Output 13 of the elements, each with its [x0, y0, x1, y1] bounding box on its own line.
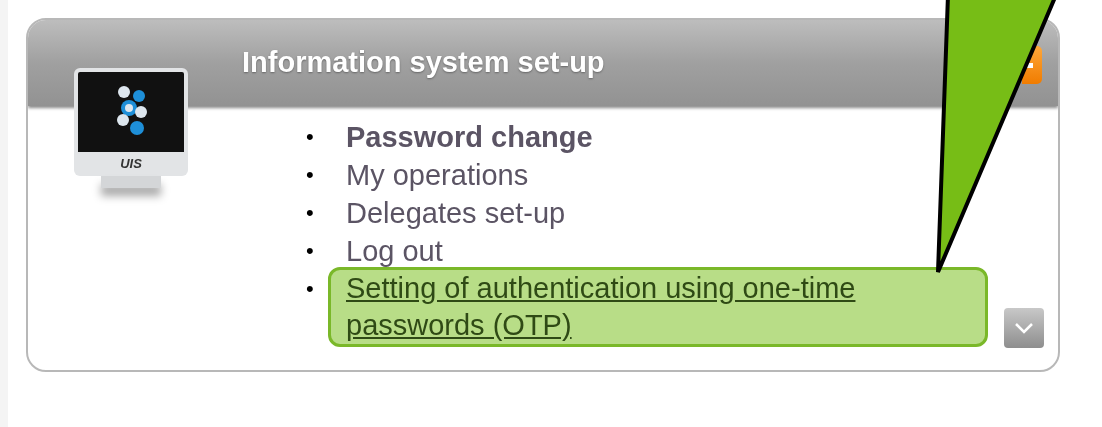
bullet: • — [306, 123, 315, 151]
chevron-down-icon — [1014, 322, 1034, 334]
bullet: • — [306, 161, 315, 189]
panel-title: Information system set-up — [242, 46, 605, 79]
menu-link[interactable]: Setting of authentication using one-time passwords (OTP) — [328, 267, 988, 347]
menu-item[interactable]: Delegates set-up — [346, 194, 566, 232]
menu-item[interactable]: My operations — [346, 156, 529, 194]
menu-item[interactable]: Password change — [346, 118, 593, 156]
bullet: • — [306, 199, 315, 227]
scroll-down-button[interactable] — [1004, 308, 1044, 348]
bullet: • — [306, 237, 315, 265]
bullet: • — [306, 275, 315, 303]
menu-item[interactable]: Log out — [346, 232, 443, 270]
